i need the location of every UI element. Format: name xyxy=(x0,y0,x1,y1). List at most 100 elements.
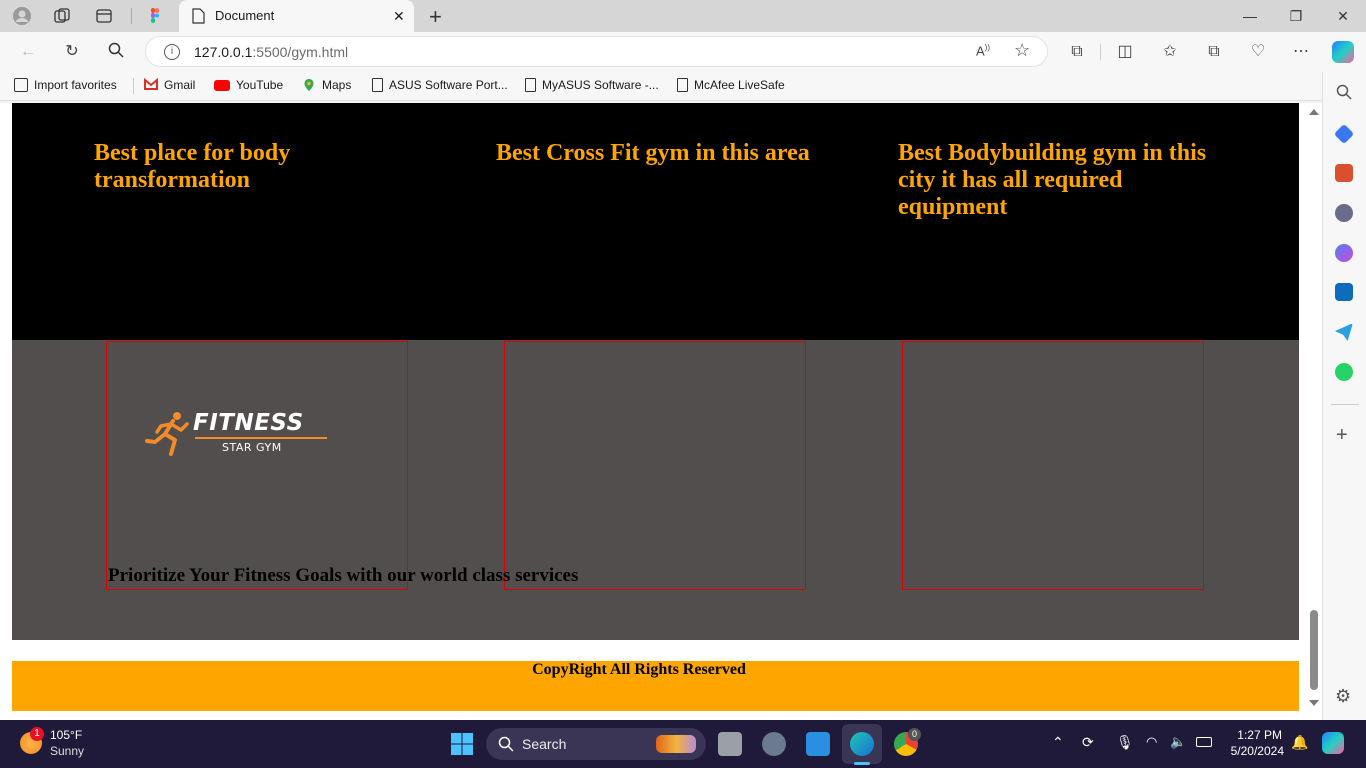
favorites-divider xyxy=(133,78,134,94)
import-icon xyxy=(14,78,28,92)
taskbar: 1 105°F Sunny Search 0 ⌃ ⟳ 🎙 ◠ 🔈 1:27 PM… xyxy=(0,720,1366,768)
favorite-star-icon[interactable]: ☆ xyxy=(1014,40,1030,61)
youtube-icon xyxy=(214,79,230,91)
service-card xyxy=(902,341,1204,590)
vscode-icon[interactable] xyxy=(806,732,830,756)
page-scrollbar[interactable] xyxy=(1306,103,1322,715)
volume-icon[interactable]: 🔈 xyxy=(1170,734,1186,750)
more-menu-icon[interactable]: ⋯ xyxy=(1291,42,1311,62)
favorites-bar: Import favorites Gmail YouTube Maps ASUS… xyxy=(0,72,1366,101)
logo-title: FITNESS xyxy=(193,410,304,436)
weather-badge: 1 xyxy=(30,727,44,741)
whatsapp-icon[interactable] xyxy=(1335,363,1353,381)
favorite-label: Import favorites xyxy=(34,78,117,92)
wifi-icon[interactable]: ◠ xyxy=(1146,734,1157,750)
sidebar-divider xyxy=(1331,404,1359,405)
search-icon[interactable] xyxy=(106,42,126,62)
logo-underline xyxy=(195,437,327,439)
microphone-icon[interactable]: 🎙 xyxy=(1116,734,1134,751)
active-tab[interactable]: Document ✕ xyxy=(179,0,414,32)
url-text[interactable]: 127.0.0.1:5500/gym.html xyxy=(194,44,348,60)
favorite-item[interactable]: ASUS Software Port... xyxy=(372,78,508,92)
back-icon[interactable]: ← xyxy=(18,42,38,62)
tagline: Prioritize Your Fitness Goals with our w… xyxy=(108,565,579,586)
sync-icon[interactable]: ⟳ xyxy=(1082,734,1094,751)
favorite-item[interactable]: Gmail xyxy=(144,77,195,92)
active-indicator xyxy=(854,762,870,765)
favorites-icon[interactable]: ✩ xyxy=(1160,42,1180,62)
feature-heading: Best Bodybuilding gym in this city it ha… xyxy=(898,140,1207,220)
favorite-label: Maps xyxy=(322,78,352,92)
logo-subtitle: STAR GYM xyxy=(222,441,282,454)
favorite-item[interactable]: MyASUS Software -... xyxy=(525,78,659,92)
new-tab-button[interactable]: + xyxy=(429,4,442,30)
split-screen-icon[interactable]: ◫ xyxy=(1115,42,1135,62)
outlook-icon[interactable] xyxy=(1335,283,1353,301)
collections-icon[interactable]: ⧉ xyxy=(1204,42,1224,62)
favorite-item[interactable]: McAfee LiveSafe xyxy=(677,78,785,92)
microsoft365-icon[interactable] xyxy=(1335,244,1353,262)
close-window-button[interactable]: ✕ xyxy=(1333,6,1353,26)
search-highlight-image xyxy=(656,735,696,753)
favorite-item[interactable]: YouTube xyxy=(214,78,283,92)
refresh-icon[interactable]: ↻ xyxy=(62,42,82,62)
edge-sidebar: + ⚙ xyxy=(1322,72,1366,720)
weather-desc[interactable]: Sunny xyxy=(50,744,84,758)
weather-temp[interactable]: 105°F xyxy=(50,728,82,742)
close-tab-icon[interactable]: ✕ xyxy=(393,8,405,25)
page-icon xyxy=(525,78,536,92)
chrome-badge: 0 xyxy=(908,728,921,741)
service-card xyxy=(504,341,806,590)
toolbar-divider xyxy=(1100,44,1101,60)
tab-divider xyxy=(131,8,132,24)
settings-app-icon[interactable] xyxy=(762,732,786,756)
edge-icon[interactable] xyxy=(850,732,874,756)
scroll-down-arrow[interactable] xyxy=(1309,700,1319,706)
sidebar-search-icon[interactable] xyxy=(1336,84,1352,103)
favorite-item[interactable]: Maps xyxy=(302,78,351,92)
clock-time[interactable]: 1:27 PM xyxy=(1228,728,1282,742)
add-sidebar-app-icon[interactable]: + xyxy=(1336,424,1348,447)
scroll-thumb[interactable] xyxy=(1310,610,1318,690)
copilot-icon[interactable] xyxy=(1332,41,1354,63)
browser-essentials-icon[interactable]: ♡ xyxy=(1248,42,1268,62)
shopping-tag-icon[interactable] xyxy=(1333,123,1355,145)
start-icon[interactable] xyxy=(450,732,474,756)
feature-heading: Best place for body transformation xyxy=(94,140,291,193)
games-icon[interactable] xyxy=(1335,204,1353,222)
scroll-up-arrow[interactable] xyxy=(1309,109,1319,115)
battery-icon[interactable] xyxy=(1196,737,1212,747)
taskbar-search[interactable]: Search xyxy=(486,728,706,760)
workspaces-icon[interactable] xyxy=(52,6,72,26)
read-aloud-icon[interactable]: A)) xyxy=(976,43,990,58)
figma-tab-icon[interactable] xyxy=(145,6,165,26)
feature-heading: Best Cross Fit gym in this area xyxy=(496,140,810,166)
tab-strip: Document ✕ + — ❐ ✕ xyxy=(0,0,1366,32)
page-viewport: Best place for body transformation Best … xyxy=(0,103,1322,720)
footer: CopyRight All Rights Reserved xyxy=(12,661,1299,711)
notification-bell-icon[interactable]: 🔔 xyxy=(1291,734,1308,751)
address-bar[interactable]: i 127.0.0.1:5500/gym.html A)) ☆ xyxy=(145,36,1048,67)
extensions-icon[interactable]: ⧉ xyxy=(1067,42,1087,62)
vertical-tabs-icon[interactable] xyxy=(94,6,114,26)
show-hidden-icons-icon[interactable]: ⌃ xyxy=(1052,734,1064,751)
navigation-bar: ← ↻ i 127.0.0.1:5500/gym.html A)) ☆ ⧉ ◫ … xyxy=(0,32,1366,72)
sidebar-settings-icon[interactable]: ⚙ xyxy=(1335,686,1351,707)
site-info-icon[interactable]: i xyxy=(164,44,180,60)
task-view-icon[interactable] xyxy=(718,732,742,756)
profile-icon[interactable] xyxy=(12,6,32,26)
clock-date[interactable]: 5/20/2024 xyxy=(1226,744,1284,758)
tools-icon[interactable] xyxy=(1335,164,1353,182)
favorite-label: McAfee LiveSafe xyxy=(694,78,785,92)
page-icon xyxy=(372,78,383,92)
copilot-taskbar-icon[interactable] xyxy=(1322,732,1344,754)
search-label: Search xyxy=(522,736,567,752)
search-icon xyxy=(498,736,514,752)
favorite-item[interactable]: Import favorites xyxy=(14,78,117,92)
favorite-label: YouTube xyxy=(236,78,284,92)
minimize-button[interactable]: — xyxy=(1240,6,1260,26)
restore-button[interactable]: ❐ xyxy=(1286,6,1306,26)
telegram-icon[interactable] xyxy=(1335,323,1353,341)
maps-icon xyxy=(302,78,316,92)
tab-title: Document xyxy=(215,8,275,23)
